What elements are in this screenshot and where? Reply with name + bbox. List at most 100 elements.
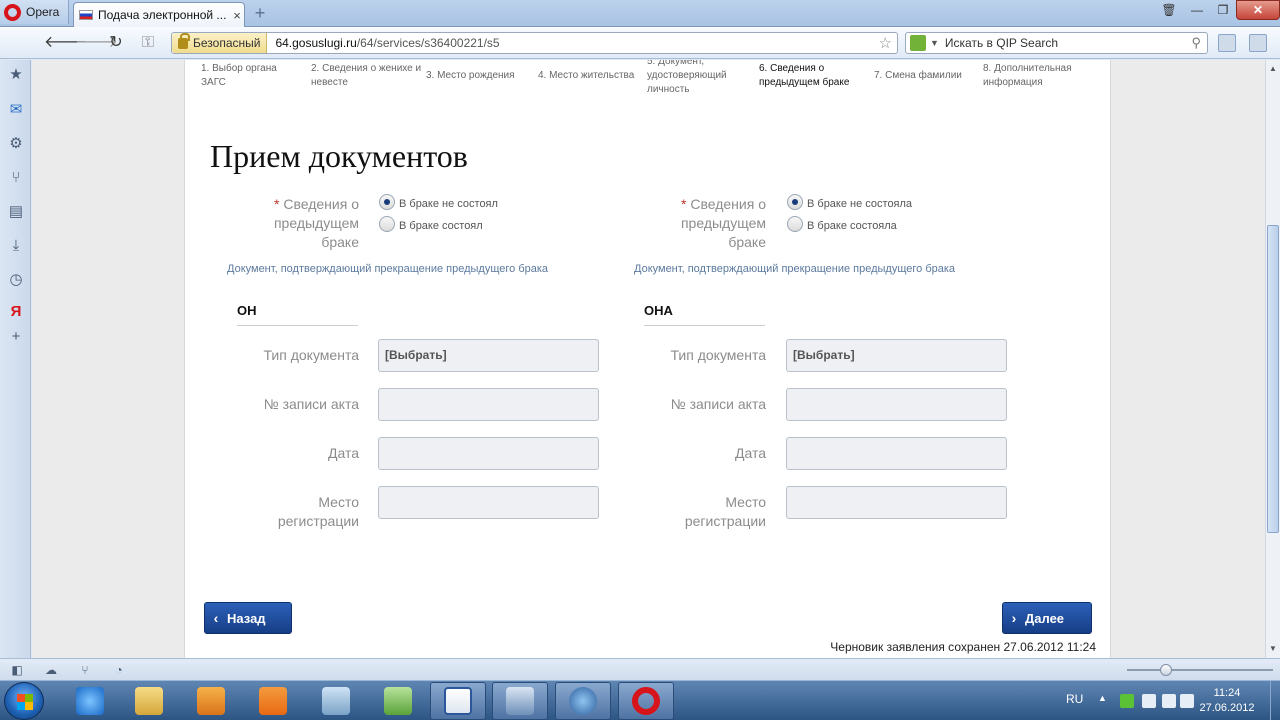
radio-not-married-he[interactable] — [379, 194, 395, 210]
tray-device-icon[interactable] — [1142, 694, 1156, 708]
record-no-input-he[interactable] — [378, 388, 599, 421]
zoom-slider-knob[interactable] — [1160, 664, 1172, 676]
form-page: 1. Выбор органа ЗАГС 2. Сведения о жених… — [184, 60, 1111, 658]
share-icon[interactable]: ⑂ — [78, 663, 92, 677]
security-badge[interactable]: Безопасный — [172, 32, 268, 53]
window-controls: 🗑 — ❐ ✕ — [1154, 0, 1280, 20]
scroll-up-arrow-icon[interactable]: ▲ — [1266, 62, 1280, 76]
language-indicator[interactable]: RU — [1066, 692, 1083, 706]
taskbar-media-player[interactable] — [183, 682, 239, 720]
taskbar-word[interactable] — [430, 682, 486, 720]
bookmarks-star-icon[interactable]: ★ — [8, 67, 24, 83]
key-icon[interactable]: ⚿ — [138, 34, 158, 52]
date-label-she: Дата — [734, 445, 766, 461]
back-button[interactable]: ‹ Назад — [204, 602, 292, 634]
reg-place-input-she[interactable] — [786, 486, 1007, 519]
cloud-icon[interactable]: ☁ — [44, 663, 58, 677]
step-4[interactable]: 4. Место жительства — [538, 69, 648, 83]
clock[interactable]: 11:24 27.06.2012 — [1182, 686, 1272, 716]
opera-menu-button[interactable]: Opera — [0, 0, 69, 24]
search-icon[interactable]: ⚲ — [1191, 35, 1201, 51]
search-placeholder: Искать в QIP Search — [944, 36, 1059, 50]
mail-icon[interactable]: ✉ — [8, 102, 24, 118]
scrollbar-thumb[interactable] — [1267, 225, 1279, 533]
radio-label-married-he[interactable]: В браке состоял — [399, 220, 483, 232]
add-panel-icon[interactable]: + — [8, 329, 24, 345]
qip-search-engine-icon[interactable] — [910, 35, 926, 51]
close-window-button[interactable]: ✕ — [1236, 0, 1280, 20]
unite-icon[interactable]: ⑂ — [8, 170, 24, 186]
prev-marriage-label-he: * Сведения о предыдущем браке — [273, 196, 359, 250]
scroll-down-arrow-icon[interactable]: ▼ — [1266, 642, 1280, 656]
next-button[interactable]: › Далее — [1002, 602, 1092, 634]
radio-label-not-married-she[interactable]: В браке не состояла — [807, 198, 912, 210]
tab-close-icon[interactable]: × — [230, 8, 244, 23]
step-3[interactable]: 3. Место рождения — [426, 69, 536, 83]
prev-marriage-label-she: * Сведения о предыдущем браке — [680, 196, 766, 250]
radio-label-not-married-he[interactable]: В браке не состоял — [399, 198, 498, 210]
step-7[interactable]: 7. Смена фамилии — [874, 69, 980, 83]
taskbar-explorer[interactable] — [121, 682, 177, 720]
opera-menu-label: Opera — [26, 5, 60, 19]
restore-button[interactable]: ❐ — [1210, 0, 1236, 20]
browser-status-bar: ◧ ☁ ⑂ ◔ — [0, 658, 1280, 680]
start-button[interactable] — [4, 682, 44, 720]
back-arrow-icon[interactable]: 🡐 — [44, 34, 87, 52]
tray-app-icon[interactable] — [1120, 694, 1134, 708]
taskbar-internet-explorer[interactable] — [62, 682, 118, 720]
clock-date: 27.06.2012 — [1199, 702, 1255, 714]
step-6-active[interactable]: 6. Сведения о предыдущем браке — [759, 62, 863, 90]
url-text[interactable]: 64.gosuslugi.ru/64/services/s36400221/s5 — [275, 36, 878, 50]
opera-logo-icon — [4, 3, 21, 21]
reload-icon[interactable]: ↻ — [106, 34, 126, 52]
notes-icon[interactable]: ▤ — [8, 204, 24, 220]
radio-not-married-she[interactable] — [787, 194, 803, 210]
taskbar-recycle[interactable] — [370, 682, 426, 720]
minimize-button[interactable]: — — [1184, 0, 1210, 20]
step-8[interactable]: 8. Дополнительная информация — [983, 62, 1093, 90]
panel-toggle-icon[interactable]: ◧ — [10, 663, 24, 677]
panel-toggle-icon[interactable] — [1249, 34, 1267, 52]
network-tray-icon[interactable] — [1162, 694, 1176, 708]
download-icon[interactable] — [1218, 34, 1236, 52]
taskbar-virtualbox[interactable] — [492, 682, 548, 720]
yandex-icon[interactable]: Я — [8, 304, 24, 320]
taskbar-thunderbird[interactable] — [555, 682, 611, 720]
virtualbox-icon — [506, 687, 534, 715]
step-2[interactable]: 2. Сведения о женихе и невесте — [311, 62, 423, 90]
step-1[interactable]: 1. Выбор органа ЗАГС — [201, 62, 301, 90]
search-box[interactable]: ▼ Искать в QIP Search ⚲ — [905, 32, 1208, 54]
address-bar[interactable]: Безопасный 64.gosuslugi.ru/64/services/s… — [171, 32, 898, 54]
page-title: Прием документов — [210, 138, 468, 174]
bookmark-star-icon[interactable]: ☆ — [879, 34, 892, 52]
browser-tab[interactable]: Подача электронной ... × — [73, 2, 245, 27]
gear-icon[interactable]: ⚙ — [8, 136, 24, 152]
date-input-she[interactable] — [786, 437, 1007, 470]
date-input-he[interactable] — [378, 437, 599, 470]
doc-type-select-he[interactable]: [Выбрать] — [378, 339, 599, 372]
radio-married-he[interactable] — [379, 216, 395, 232]
taskbar-network[interactable] — [308, 682, 364, 720]
downloads-icon[interactable]: ⤓ — [8, 238, 24, 254]
taskbar-opera[interactable] — [618, 682, 674, 720]
doc-type-select-she[interactable]: [Выбрать] — [786, 339, 1007, 372]
speed-dial-icon[interactable]: ◔ — [112, 663, 126, 677]
forward-arrow-icon[interactable]: 🡒 — [75, 34, 118, 52]
tray-expand-icon[interactable]: ▲ — [1098, 693, 1107, 703]
doc-link-she[interactable]: Документ, подтверждающий прекращение пре… — [634, 263, 955, 275]
zoom-slider-track[interactable] — [1127, 669, 1273, 671]
show-desktop-button[interactable] — [1270, 681, 1280, 720]
reg-place-input-he[interactable] — [378, 486, 599, 519]
radio-label-married-she[interactable]: В браке состояла — [807, 220, 897, 232]
record-no-input-she[interactable] — [786, 388, 1007, 421]
trash-icon[interactable]: 🗑 — [1154, 0, 1184, 20]
radio-married-she[interactable] — [787, 216, 803, 232]
vertical-scrollbar[interactable]: ▲ ▼ — [1265, 60, 1280, 658]
taskbar-office[interactable] — [245, 682, 301, 720]
chevron-down-icon[interactable]: ▼ — [930, 38, 939, 48]
new-tab-button[interactable]: + — [252, 4, 268, 22]
reg-place-label-she: Место регистрации — [684, 494, 766, 529]
step-5[interactable]: 5. Документ, удостоверяющий личность — [647, 60, 749, 97]
doc-link-he[interactable]: Документ, подтверждающий прекращение пре… — [227, 263, 548, 275]
history-clock-icon[interactable]: ◷ — [8, 272, 24, 288]
